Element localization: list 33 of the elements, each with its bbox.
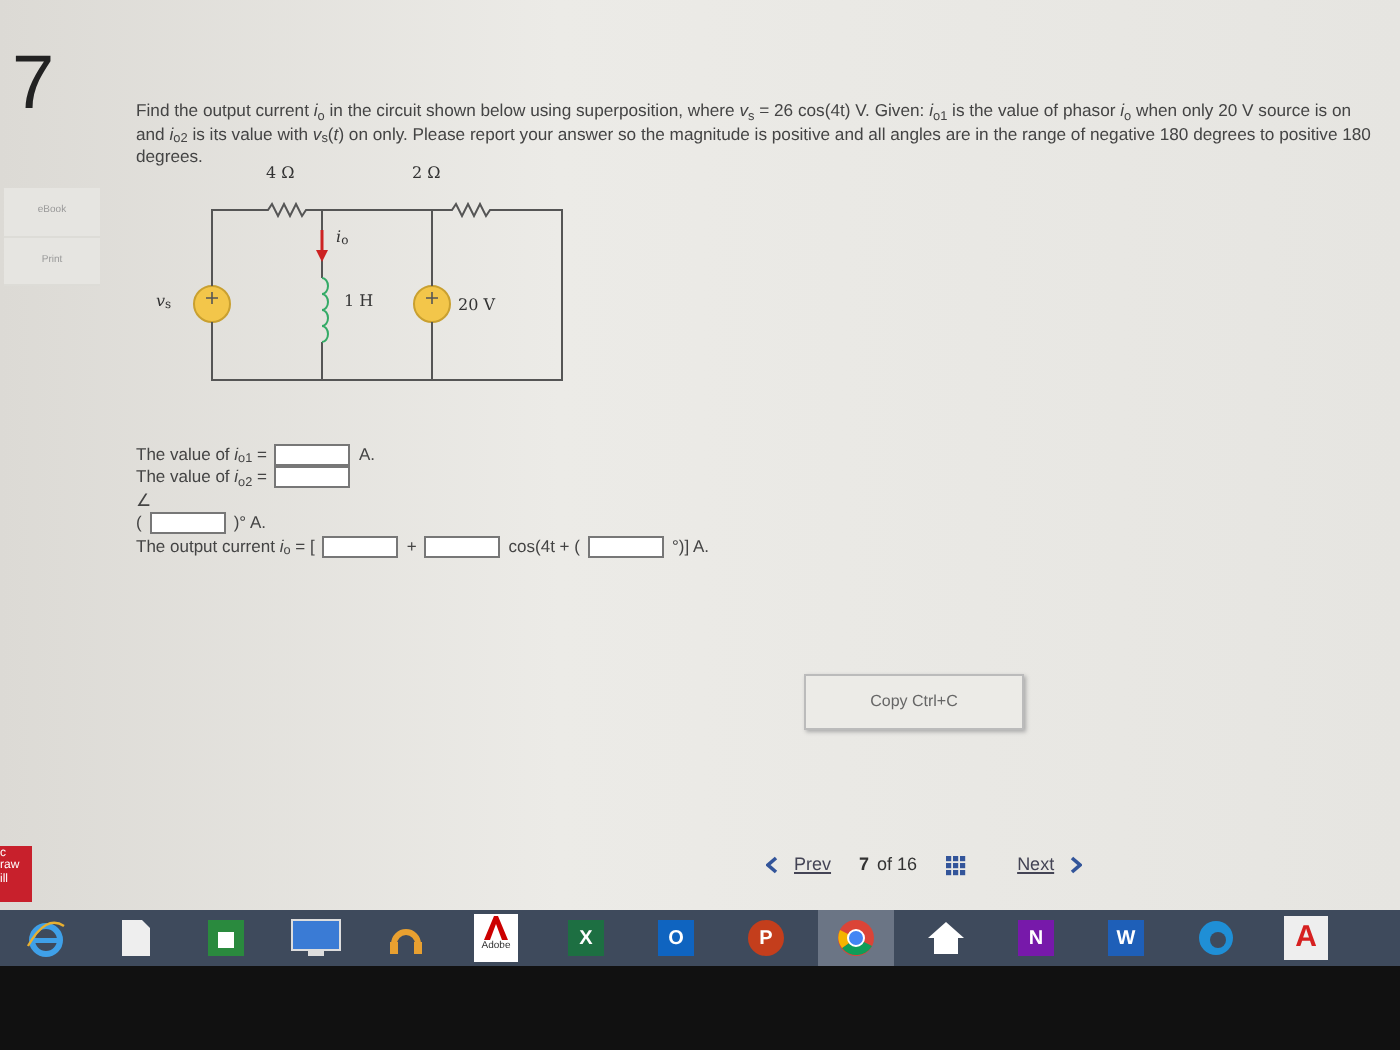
grid-icon[interactable] <box>945 855 966 876</box>
chevron-left-icon <box>766 856 778 875</box>
answer-field[interactable] <box>587 535 664 558</box>
answer-text: ∠ <box>136 489 152 513</box>
circuit-label: 2 Ω <box>412 161 441 186</box>
page-number: 7 <box>859 854 870 874</box>
answer-field[interactable] <box>424 535 501 558</box>
answer-text: °)] A. <box>671 535 709 559</box>
answer-field[interactable] <box>274 466 351 489</box>
next-link[interactable]: Next <box>1017 852 1083 879</box>
answer-text: The value of i$_{o2}$ = <box>136 466 267 490</box>
question-text: Find the output current i$_{o}$ in the circuit shown below using superposition, where v$_{s}$ = 26 cos(4t) V. Given: i$_{o1}$ is the value of phasor i$_{o}$ when only 20 V source is on and i$_{o2}$ is its value with v$_{s}$(t) on only. Please report your answer so the magnitude is positive and all angles are in the range of negative 180 degrees to positive 180 degrees. <box>136 100 1373 167</box>
answer-text: + <box>406 535 417 559</box>
chevron-right-icon <box>1070 856 1083 875</box>
answer-text: A. <box>358 443 375 467</box>
circuit-label: i$_{o}$ <box>336 225 349 250</box>
answer-text: ( <box>136 512 142 536</box>
chrome-icon[interactable] <box>818 910 894 966</box>
answer-field[interactable] <box>322 535 399 558</box>
page-total: of 16 <box>877 854 918 874</box>
circuit-label: 20 V <box>458 293 495 318</box>
prev-link[interactable]: Prev <box>766 852 832 879</box>
answer-field[interactable] <box>274 444 351 467</box>
question-number: 7 <box>12 40 55 130</box>
answer-text: cos(4t + ( <box>508 535 580 559</box>
answer-text: The output current i$_{o}$ = [ <box>136 535 315 559</box>
answer-text: The value of i$_{o1}$ = <box>136 443 267 467</box>
answer-field[interactable] <box>149 512 226 535</box>
answer-text: )° A. <box>233 512 266 536</box>
circuit-label: v$_{s}$ <box>156 289 172 314</box>
copy-button[interactable]: Copy Ctrl+C <box>804 674 1024 730</box>
circuit-label: 4 Ω <box>266 161 295 186</box>
circuit-label: 1 H <box>344 289 374 314</box>
